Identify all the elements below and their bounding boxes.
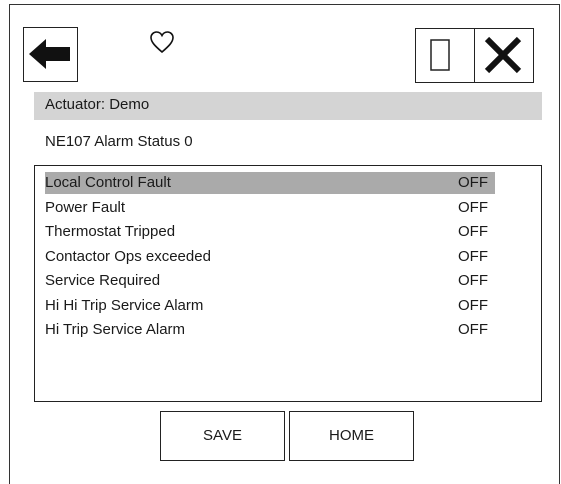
alarm-value: OFF bbox=[458, 272, 488, 289]
alarm-value: OFF bbox=[458, 174, 488, 191]
alarm-row[interactable]: Hi Hi Trip Service Alarm OFF bbox=[45, 295, 495, 317]
alarm-label: Hi Hi Trip Service Alarm bbox=[45, 296, 204, 314]
square-icon bbox=[430, 39, 450, 71]
home-button[interactable]: HOME bbox=[289, 411, 414, 461]
heart-icon[interactable] bbox=[149, 30, 175, 54]
alarm-label: Power Fault bbox=[45, 198, 126, 216]
alarm-value: OFF bbox=[458, 296, 488, 314]
alarm-row[interactable]: Power Fault OFF bbox=[45, 197, 495, 219]
alarm-value: OFF bbox=[458, 321, 488, 338]
alarm-row[interactable]: Thermostat Tripped OFF bbox=[45, 221, 495, 243]
alarm-row[interactable]: Service Required OFF bbox=[45, 270, 495, 292]
alarm-value: OFF bbox=[458, 198, 488, 216]
alarm-label: Service Required bbox=[45, 272, 161, 289]
back-arrow-icon bbox=[29, 39, 70, 69]
alarm-label: Thermostat Tripped bbox=[45, 223, 176, 240]
actuator-label: Actuator: Demo bbox=[45, 96, 150, 113]
alarm-label: Contactor Ops exceeded bbox=[45, 247, 211, 265]
alarm-row[interactable]: Hi Trip Service Alarm OFF bbox=[45, 319, 495, 341]
alarm-row[interactable]: Contactor Ops exceeded OFF bbox=[45, 246, 495, 268]
window-button[interactable] bbox=[415, 28, 475, 83]
close-button[interactable] bbox=[474, 28, 534, 83]
alarm-row[interactable]: Local Control Fault OFF bbox=[45, 172, 495, 194]
alarm-value: OFF bbox=[458, 223, 488, 240]
alarm-value: OFF bbox=[458, 247, 488, 265]
close-icon bbox=[484, 36, 522, 74]
back-button[interactable] bbox=[23, 27, 78, 82]
save-button[interactable]: SAVE bbox=[160, 411, 285, 461]
alarm-label: Hi Trip Service Alarm bbox=[45, 321, 186, 338]
page-title: NE107 Alarm Status 0 bbox=[45, 133, 193, 150]
alarm-label: Local Control Fault bbox=[45, 174, 171, 191]
